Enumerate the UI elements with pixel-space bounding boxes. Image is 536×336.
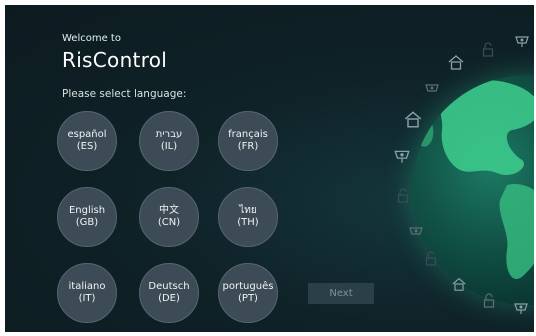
language-name: español: [67, 129, 107, 140]
next-button[interactable]: Next: [308, 283, 374, 304]
language-name: English: [68, 205, 106, 216]
camera-icon: [409, 227, 423, 235]
language-button-pt[interactable]: português (PT): [218, 263, 278, 323]
language-code: (ES): [76, 141, 98, 152]
language-name: עברית: [155, 129, 183, 140]
language-name: italiano: [68, 281, 106, 292]
app-window: Welcome to RisControl Please select lang…: [5, 5, 534, 332]
language-button-il[interactable]: עברית (IL): [139, 111, 199, 171]
camera-icon: [394, 150, 410, 163]
camera-icon: [425, 84, 439, 92]
language-button-es[interactable]: español (ES): [57, 111, 117, 171]
language-button-th[interactable]: ไทย (TH): [218, 187, 278, 247]
house-icon: [404, 111, 422, 128]
globe-icon: [412, 75, 534, 305]
language-code: (PT): [238, 293, 258, 304]
language-code: (DE): [158, 293, 180, 304]
welcome-text: Welcome to: [62, 33, 121, 44]
app-title: RisControl: [62, 48, 168, 72]
language-code: (GB): [75, 217, 99, 228]
continent-shape: [440, 80, 534, 175]
language-button-gb[interactable]: English (GB): [57, 187, 117, 247]
lock-icon: [482, 42, 494, 57]
house-icon: [448, 55, 464, 70]
language-name: Deutsch: [148, 281, 190, 292]
language-button-cn[interactable]: 中文 (CN): [139, 187, 199, 247]
camera-icon: [514, 303, 528, 314]
lock-icon: [483, 293, 495, 308]
lock-icon: [397, 188, 409, 203]
language-code: (CN): [157, 217, 181, 228]
language-name: français: [228, 129, 268, 140]
language-code: (IL): [160, 141, 178, 152]
camera-icon: [515, 36, 529, 47]
language-code: (TH): [237, 217, 259, 228]
language-button-fr[interactable]: français (FR): [218, 111, 278, 171]
language-name: português: [222, 281, 274, 292]
language-button-de[interactable]: Deutsch (DE): [139, 263, 199, 323]
language-button-it[interactable]: italiano (IT): [57, 263, 117, 323]
language-prompt: Please select language:: [62, 88, 187, 100]
language-code: (IT): [78, 293, 96, 304]
house-icon: [452, 277, 466, 291]
language-name: ไทย: [239, 205, 257, 216]
language-name: 中文: [159, 205, 179, 216]
continent-shape: [499, 184, 534, 279]
lock-icon: [425, 251, 437, 266]
language-code: (FR): [237, 141, 259, 152]
